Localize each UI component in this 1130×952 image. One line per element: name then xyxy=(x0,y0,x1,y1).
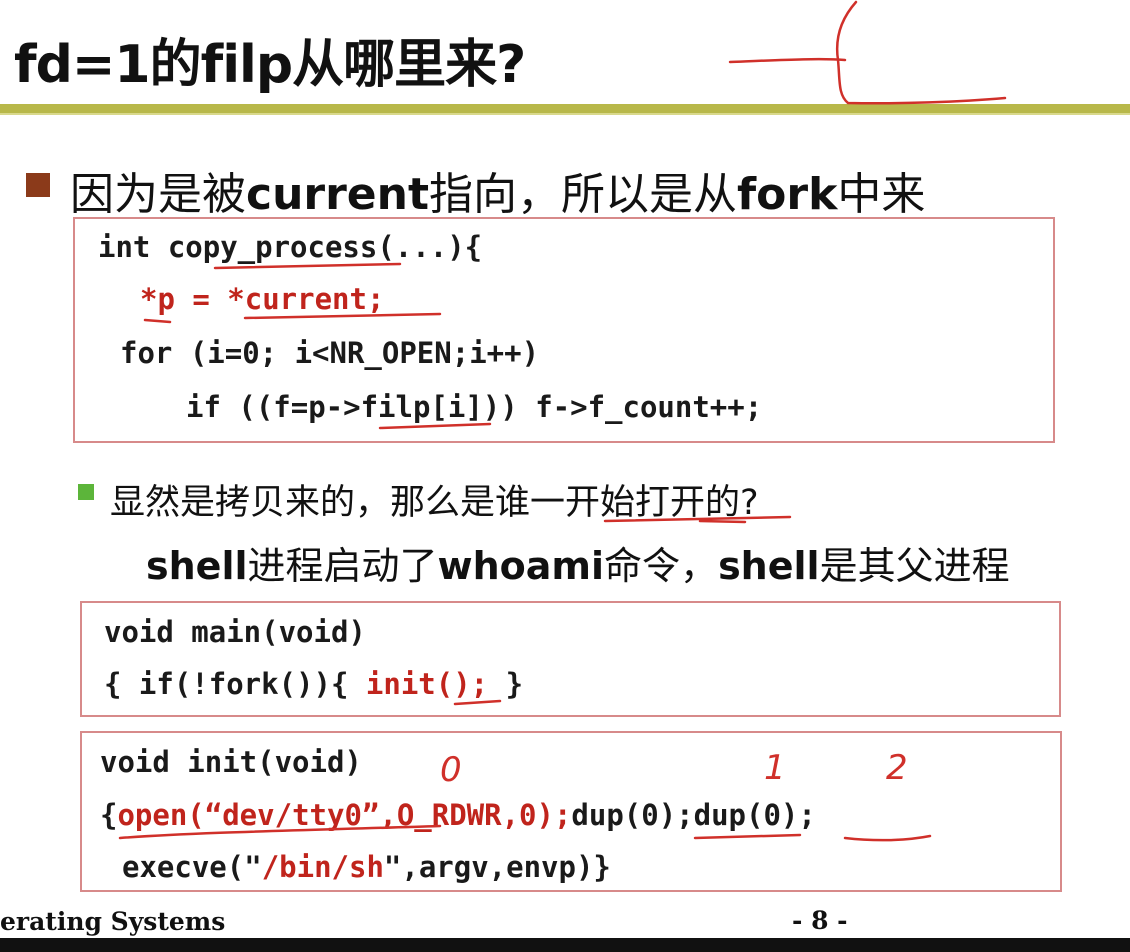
ink-underline xyxy=(843,834,932,842)
footer-page-number: - 8 - xyxy=(792,906,848,935)
ink-brace-stroke xyxy=(835,0,1007,105)
ink-underline xyxy=(603,515,792,523)
ink-annotation-1: 1 xyxy=(764,748,786,788)
ink-underline xyxy=(698,519,747,524)
footer-course-name: erating Systems xyxy=(0,907,226,936)
ink-underline xyxy=(378,422,492,430)
ink-underline xyxy=(213,262,402,270)
ink-underline xyxy=(693,833,802,840)
ink-underline xyxy=(243,312,442,320)
ink-annotation-0: 0 xyxy=(440,750,462,790)
bottom-bar xyxy=(0,938,1130,952)
handwritten-annotations xyxy=(118,0,1007,842)
ink-underline xyxy=(453,699,502,706)
ink-annotation-2: 2 xyxy=(886,748,908,788)
ink-underline xyxy=(143,318,172,324)
ink-underline xyxy=(118,824,442,840)
ink-arrow-stroke xyxy=(728,57,847,64)
